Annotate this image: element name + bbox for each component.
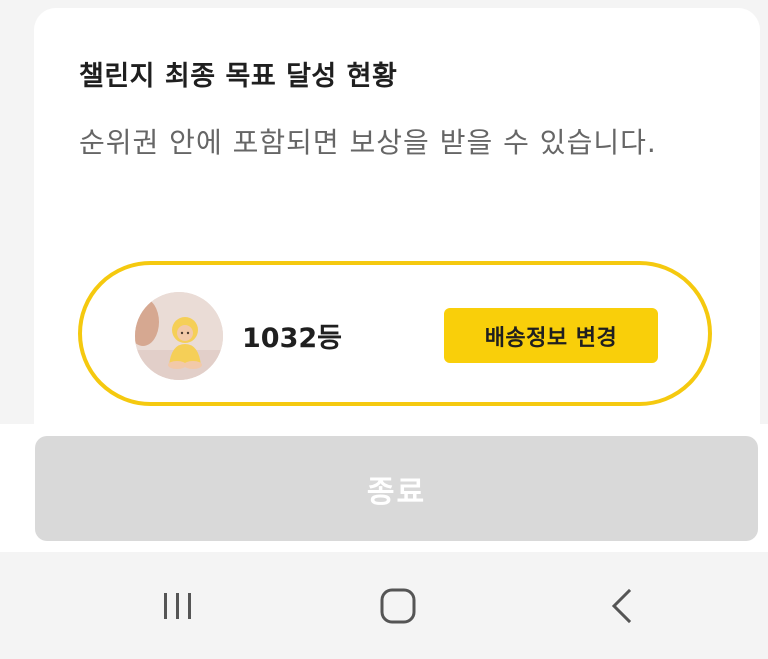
- change-shipping-info-button[interactable]: 배송정보 변경: [444, 308, 658, 363]
- rank-value: 1032등: [242, 323, 342, 354]
- dialog-title: 챌린지 최종 목표 달성 현황: [79, 61, 398, 92]
- avatar-photo: [135, 292, 223, 380]
- close-button[interactable]: 종료: [35, 436, 758, 541]
- recent-apps-icon[interactable]: [158, 586, 198, 626]
- profile-avatar: [135, 292, 223, 380]
- home-icon[interactable]: [379, 586, 419, 626]
- dialog-description: 순위권 안에 포함되면 보상을 받을 수 있습니다.: [79, 126, 657, 159]
- back-icon[interactable]: [602, 586, 642, 626]
